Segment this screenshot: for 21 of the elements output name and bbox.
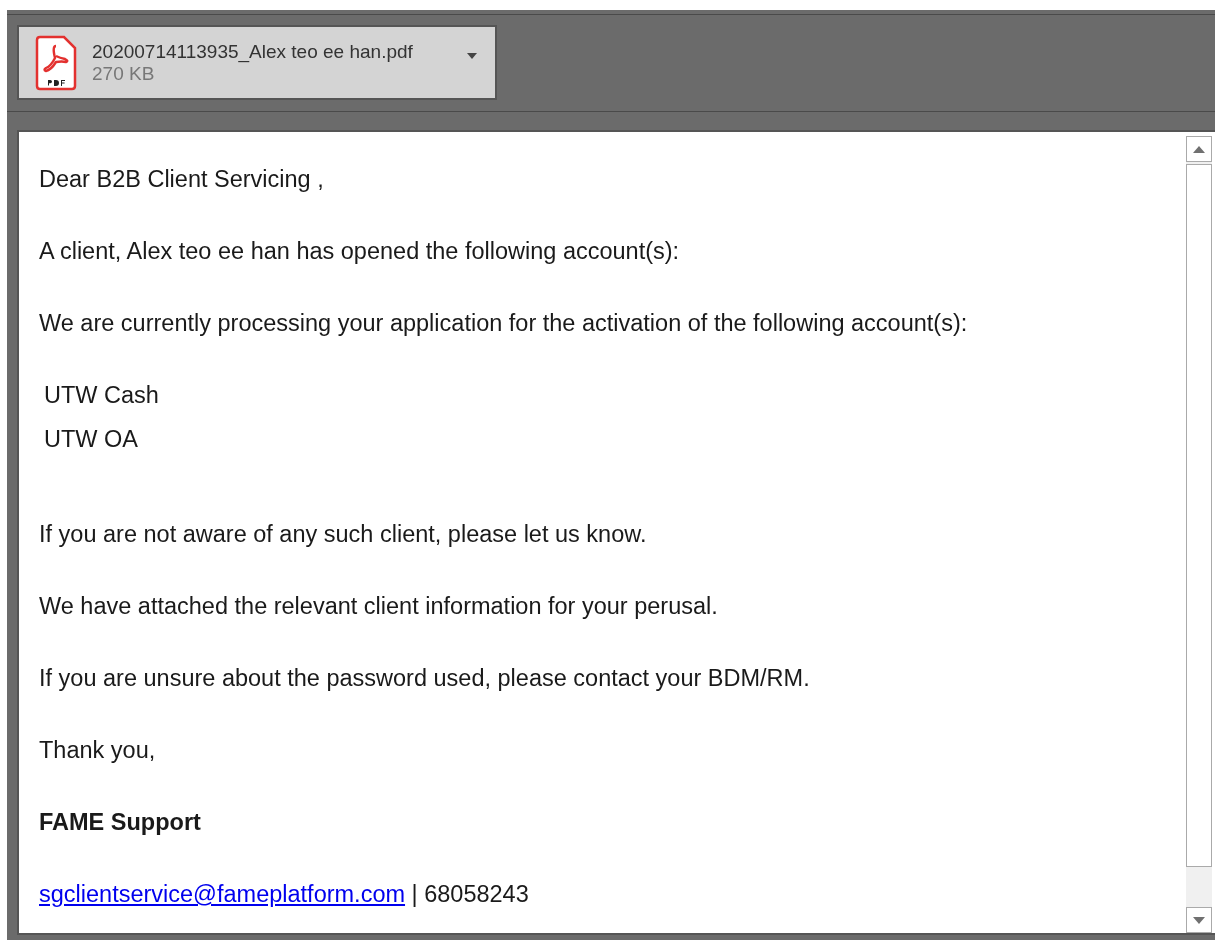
attachment-chip[interactable]: 20200714113935_Alex teo ee han.pdf 270 KB bbox=[17, 25, 497, 100]
scroll-down-button[interactable] bbox=[1186, 907, 1212, 933]
pdf-file-icon bbox=[34, 33, 78, 92]
email-link[interactable]: sgclientservice@fameplatform.com bbox=[39, 881, 406, 907]
message-paragraph: A client, Alex teo ee han has opened the following account(s): bbox=[39, 237, 681, 266]
down-arrow-icon bbox=[1193, 916, 1205, 924]
file-size: 270 KB bbox=[92, 62, 155, 85]
caret-icon bbox=[467, 52, 477, 59]
message-paragraph: If you are not aware of any such client, please let us know. bbox=[39, 520, 648, 549]
signature-name: FAME Support bbox=[39, 808, 202, 837]
message-paragraph: If you are unsure about the password used, please contact your BDM/RM. bbox=[39, 664, 811, 693]
up-arrow-icon bbox=[1193, 145, 1205, 153]
message-paragraph: We are currently processing your application for the activation of the following account(s): bbox=[39, 309, 969, 338]
account-name: UTW OA bbox=[43, 425, 139, 454]
scroll-up-button[interactable] bbox=[1186, 136, 1212, 162]
phone-number: | 68058243 bbox=[411, 881, 529, 907]
file-name: 20200714113935_Alex teo ee han.pdf bbox=[92, 40, 414, 63]
account-name: UTW Cash bbox=[43, 381, 160, 410]
message-paragraph: Thank you, bbox=[39, 736, 157, 765]
message-paragraph: Dear B2B Client Servicing , bbox=[39, 165, 325, 194]
message-paragraph: We have attached the relevant client information for your perusal. bbox=[39, 592, 719, 621]
